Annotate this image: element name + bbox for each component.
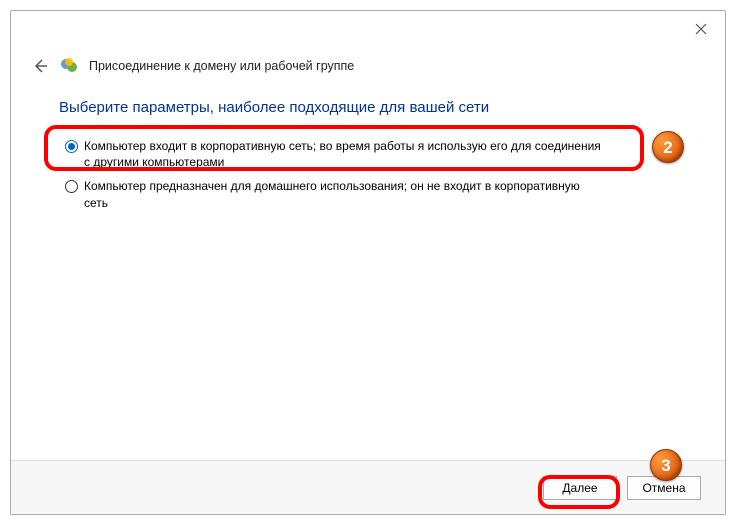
wizard-title: Присоединение к домену или рабочей групп… (89, 59, 354, 73)
close-icon[interactable] (691, 19, 711, 39)
footer: Далее Отмена (11, 460, 725, 514)
header-row: Присоединение к домену или рабочей групп… (31, 53, 705, 79)
wizard-window: Присоединение к домену или рабочей групп… (10, 10, 726, 515)
next-button[interactable]: Далее (543, 476, 617, 500)
page-heading: Выберите параметры, наиболее подходящие … (59, 99, 685, 116)
option-home-label: Компьютер предназначен для домашнего исп… (84, 178, 604, 210)
option-home[interactable]: Компьютер предназначен для домашнего исп… (59, 174, 685, 214)
annotation-step-2-badge: 2 (652, 131, 684, 163)
option-corporate[interactable]: Компьютер входит в корпоративную сеть; в… (59, 134, 685, 174)
radio-icon[interactable] (65, 180, 78, 193)
option-corporate-label: Компьютер входит в корпоративную сеть; в… (84, 138, 604, 170)
radio-group: Компьютер входит в корпоративную сеть; в… (59, 134, 685, 215)
radio-icon[interactable] (65, 140, 78, 153)
content-area: Выберите параметры, наиболее подходящие … (59, 99, 685, 215)
annotation-step-3-badge: 3 (650, 449, 682, 481)
wizard-icon (59, 56, 79, 76)
titlebar (11, 11, 725, 47)
back-arrow-icon[interactable] (31, 57, 49, 75)
